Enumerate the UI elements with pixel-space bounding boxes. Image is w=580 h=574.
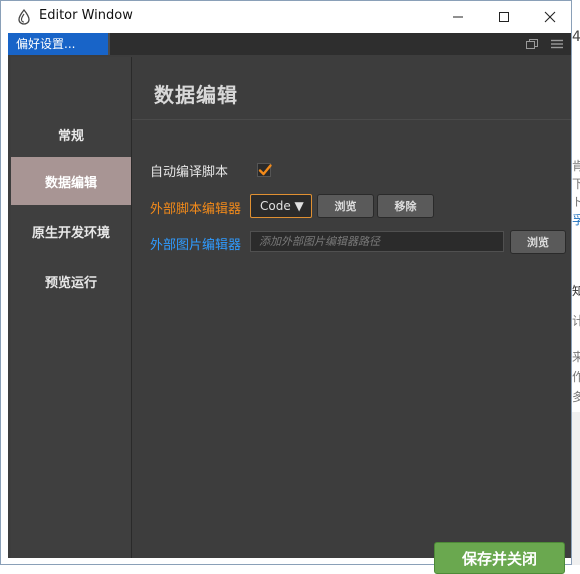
sidebar-item-preview-run[interactable]: 预览运行 (11, 257, 131, 305)
editor-window: Editor Window 偏好设置... 常规 数据编辑 原生开发环境 预览运… (0, 0, 572, 574)
page-title: 数据编辑 (154, 83, 238, 107)
popout-icon[interactable] (525, 37, 539, 51)
maximize-icon (499, 11, 509, 22)
tab-divider (108, 33, 110, 55)
title-bar[interactable]: Editor Window (1, 1, 571, 32)
auto-compile-label: 自动编译脚本 (150, 165, 229, 180)
auto-compile-checkbox[interactable] (257, 163, 272, 177)
image-browse-button[interactable]: 浏览 (510, 230, 566, 254)
image-editor-path-input[interactable]: 添加外部图片编辑器路径 (250, 231, 504, 252)
editor-panel: 偏好设置... 常规 数据编辑 原生开发环境 预览运行 数据编辑 自动编译脚本 … (8, 33, 571, 574)
settings-content: 数据编辑 自动编译脚本 外部脚本编辑器 Code ▼ 浏览 移除 外部图片编辑器… (132, 57, 571, 574)
background-glyph: 4 (572, 29, 580, 45)
menu-icon[interactable] (550, 37, 564, 51)
minimize-button[interactable] (435, 1, 481, 32)
image-editor-label: 外部图片编辑器 (150, 238, 242, 253)
minimize-icon (453, 16, 463, 17)
background-glyph: 作 (572, 370, 580, 384)
script-editor-select[interactable]: Code ▼ (250, 194, 312, 218)
sidebar-item-data-editing[interactable]: 数据编辑 (11, 157, 131, 205)
script-browse-button[interactable]: 浏览 (317, 194, 374, 218)
title-divider (132, 119, 571, 120)
script-remove-button[interactable]: 移除 (377, 194, 434, 218)
maximize-button[interactable] (481, 1, 527, 32)
background-area (572, 412, 580, 565)
close-button[interactable] (527, 1, 573, 32)
background-glyph: 多 (572, 390, 580, 404)
checkmark-icon (258, 164, 272, 176)
save-and-close-button[interactable]: 保存并关闭 (434, 542, 565, 574)
background-glyph: 知 (572, 284, 580, 298)
script-editor-label: 外部脚本编辑器 (150, 202, 242, 217)
sidebar-item-general[interactable]: 常规 (11, 110, 131, 158)
background-glyph: 肯 (572, 159, 580, 173)
close-icon (544, 11, 556, 22)
background-glyph: 孚 (572, 213, 580, 227)
tab-preferences[interactable]: 偏好设置... (8, 33, 108, 55)
tab-strip: 偏好设置... (8, 33, 571, 55)
background-glyph: 计 (572, 314, 580, 328)
background-glyph: 来 (572, 350, 580, 364)
background-glyph: 下 (572, 177, 580, 191)
background-window-edge: 4 肯 下 ト 孚 知 计 来 作 多 (572, 29, 580, 412)
app-logo-icon (18, 9, 30, 25)
window-title: Editor Window (39, 8, 133, 23)
settings-sidebar: 常规 数据编辑 原生开发环境 预览运行 (11, 57, 133, 558)
background-glyph: ト (572, 195, 580, 209)
sidebar-item-native-environment[interactable]: 原生开发环境 (11, 207, 131, 255)
